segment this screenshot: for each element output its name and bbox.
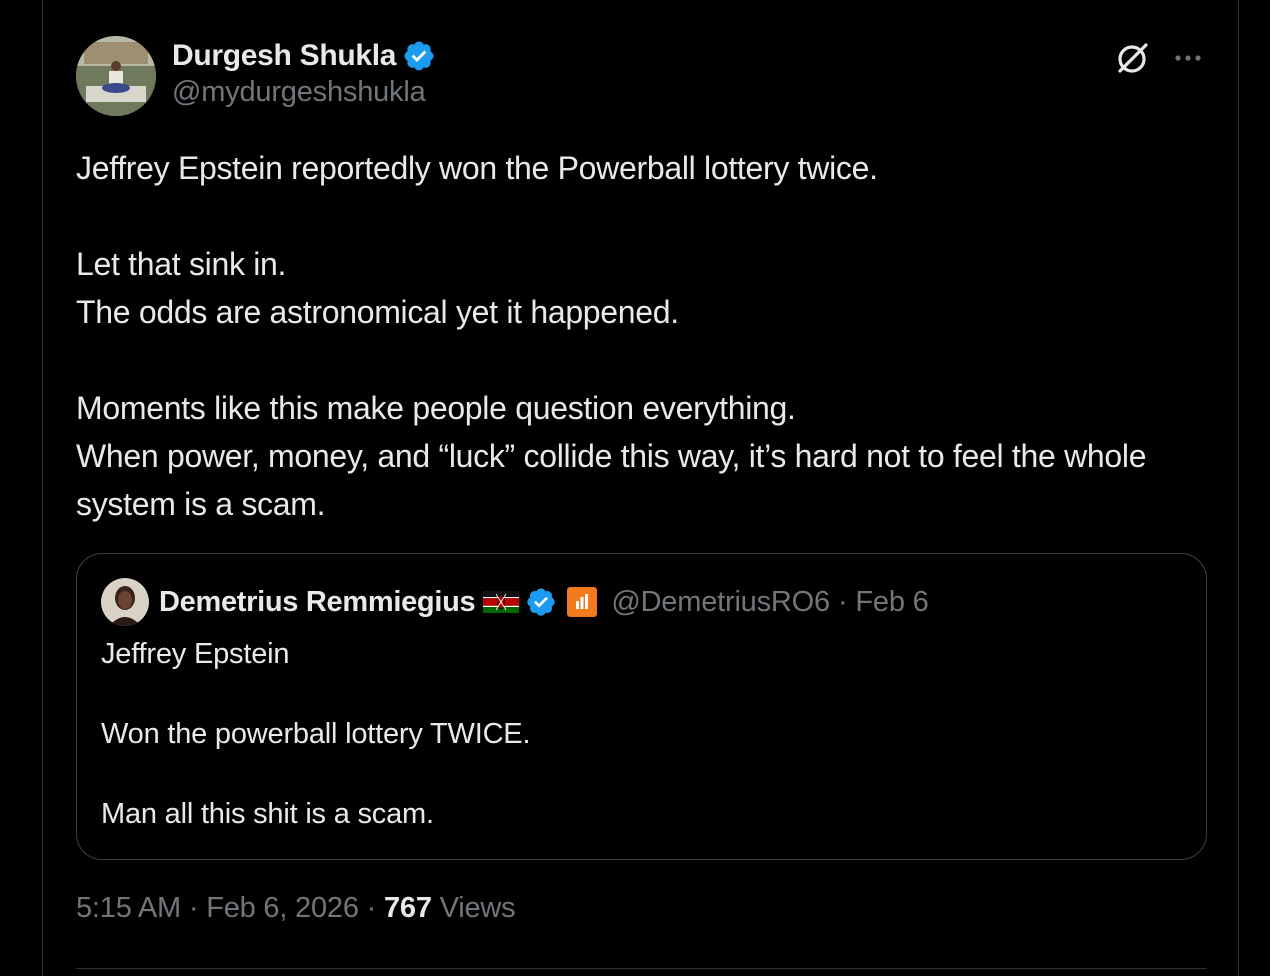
divider xyxy=(76,968,1207,969)
author-handle[interactable]: @mydurgeshshukla xyxy=(172,76,426,109)
quoted-line: Jeffrey Epstein xyxy=(101,638,290,670)
quoted-tweet-text: Jeffrey Epstein Won the powerball lotter… xyxy=(101,634,1181,834)
author-avatar[interactable] xyxy=(76,36,156,116)
quoted-author-handle[interactable]: @DemetriusRO6 xyxy=(611,586,830,619)
tweet-meta: 5:15 AM · Feb 6, 2026 · 767 Views xyxy=(76,892,516,925)
quoted-line: Won the powerball lottery TWICE. xyxy=(101,718,531,750)
views-label[interactable]: Views xyxy=(440,892,516,924)
tweet-line: The odds are astronomical yet it happene… xyxy=(76,294,679,330)
tweet-line: Let that sink in. xyxy=(76,246,287,282)
tweet-text: Jeffrey Epstein reportedly won the Power… xyxy=(76,144,1216,528)
tweet-date[interactable]: Feb 6, 2026 xyxy=(206,892,359,924)
tweet-line: Jeffrey Epstein reportedly won the Power… xyxy=(76,150,878,186)
verified-badge-icon xyxy=(404,41,434,71)
more-horizontal-icon xyxy=(1175,55,1201,61)
author-display-name[interactable]: Durgesh Shukla xyxy=(172,39,396,73)
quoted-author-display-name[interactable]: Demetrius Remmiegius xyxy=(159,586,476,619)
more-button[interactable] xyxy=(1170,40,1206,76)
quoted-line: Man all this shit is a scam. xyxy=(101,798,434,830)
tweet-line: When power, money, and “luck” collide th… xyxy=(76,438,1147,522)
affiliate-badge-icon[interactable] xyxy=(567,587,598,617)
quoted-author-avatar[interactable] xyxy=(101,578,149,626)
kenya-flag-icon xyxy=(483,591,520,613)
tweet-line: Moments like this make people question e… xyxy=(76,390,796,426)
verified-badge-icon xyxy=(527,588,555,616)
grok-button[interactable] xyxy=(1114,40,1150,76)
quoted-tweet[interactable]: Demetrius Remmiegius @DemetriusRO6 · Feb… xyxy=(76,553,1207,860)
grok-icon xyxy=(1118,43,1148,73)
quoted-date[interactable]: Feb 6 xyxy=(855,586,928,619)
views-count[interactable]: 767 xyxy=(384,892,432,924)
meta-separator: · xyxy=(188,892,199,924)
meta-separator: · xyxy=(366,892,377,924)
quoted-tweet-header: Demetrius Remmiegius @DemetriusRO6 · Feb… xyxy=(159,582,929,622)
quoted-separator: · xyxy=(837,585,848,618)
tweet-time[interactable]: 5:15 AM xyxy=(76,892,181,924)
author-name-row[interactable]: Durgesh Shukla xyxy=(172,36,436,76)
